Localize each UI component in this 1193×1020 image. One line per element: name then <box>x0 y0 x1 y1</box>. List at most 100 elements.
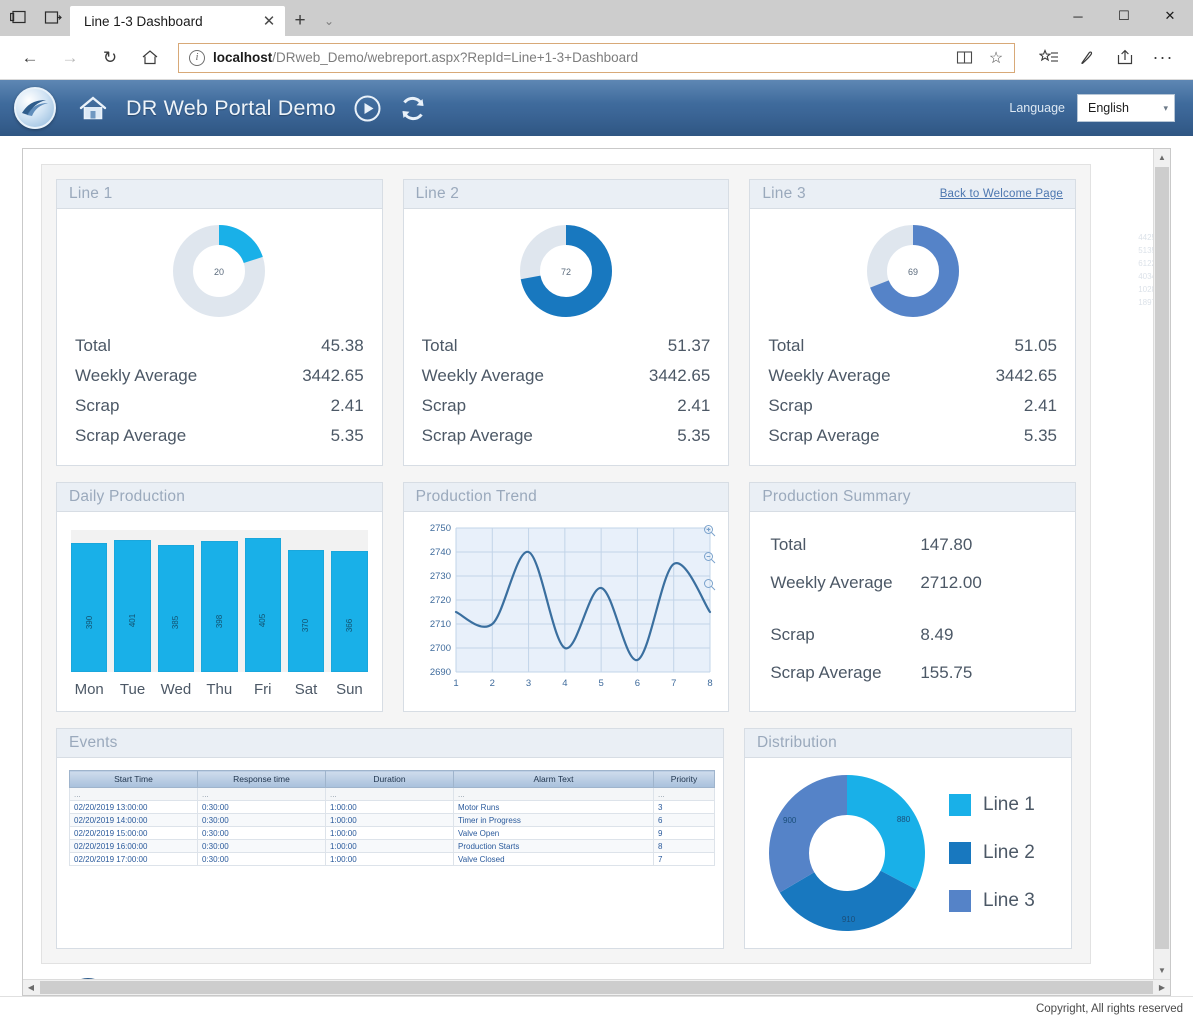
bar-value-label: 366 <box>345 619 354 632</box>
events-column-header[interactable]: Alarm Text <box>454 771 654 788</box>
y-axis-tick-label: 2710 <box>430 619 451 630</box>
panel-header: Daily Production <box>57 483 382 512</box>
pie-slice[interactable] <box>769 775 847 893</box>
events-column-header[interactable]: Duration <box>326 771 454 788</box>
table-cell: 0:30:00 <box>198 827 326 840</box>
bar[interactable]: 405 <box>245 538 281 672</box>
table-cell: 1:00:00 <box>326 853 454 866</box>
table-row[interactable]: 02/20/2019 14:00:000:30:001:00:00Timer i… <box>70 814 715 827</box>
more-options-icon[interactable]: ··· <box>1145 42 1181 74</box>
app-title: DR Web Portal Demo <box>126 96 336 121</box>
y-axis-tick-label: 2740 <box>430 547 451 558</box>
events-column-header[interactable]: Response time <box>198 771 326 788</box>
zoom-in-icon[interactable] <box>703 524 716 537</box>
kpi-label: Scrap Average <box>422 426 678 446</box>
language-dropdown[interactable]: English ▾ <box>1077 94 1175 122</box>
panel-title: Production Trend <box>416 488 537 506</box>
share-icon[interactable] <box>1107 42 1143 74</box>
kpi-row: Weekly Average3442.65 <box>75 361 364 391</box>
address-bar[interactable]: i localhost/DRweb_Demo/webreport.aspx?Re… <box>178 43 1015 73</box>
events-column-header[interactable]: Start Time <box>70 771 198 788</box>
report-vertical-scrollbar[interactable]: ▲ ▼ <box>1153 149 1170 979</box>
close-window-button[interactable]: ✕ <box>1147 0 1193 32</box>
table-cell: 1:00:00 <box>326 814 454 827</box>
url-text: localhost/DRweb_Demo/webreport.aspx?RepI… <box>213 50 944 65</box>
kpi-value: 5.35 <box>1024 426 1057 446</box>
minimize-button[interactable]: ─ <box>1055 0 1101 32</box>
events-column-header[interactable]: Priority <box>654 771 715 788</box>
x-axis-tick-label: 1 <box>453 678 458 689</box>
site-info-icon[interactable]: i <box>189 50 205 66</box>
events-filter-row[interactable]: ............... <box>70 788 715 801</box>
bar[interactable]: 398 <box>201 541 237 672</box>
table-row[interactable]: 02/20/2019 16:00:000:30:001:00:00Product… <box>70 840 715 853</box>
back-to-welcome-page-link[interactable]: Back to Welcome Page <box>940 188 1063 200</box>
zoom-reset-icon[interactable] <box>703 578 716 591</box>
forward-icon[interactable]: → <box>52 42 88 74</box>
favorite-star-icon[interactable]: ☆ <box>984 46 1008 70</box>
gauge-value: 72 <box>561 267 571 277</box>
bar[interactable]: 366 <box>331 551 367 672</box>
reading-view-icon[interactable] <box>952 46 976 70</box>
table-row[interactable]: 02/20/2019 13:00:000:30:001:00:00Motor R… <box>70 801 715 814</box>
panel-body: Start TimeResponse timeDurationAlarm Tex… <box>57 758 723 948</box>
bar[interactable]: 385 <box>158 545 194 672</box>
events-filter-cell[interactable]: ... <box>326 788 454 801</box>
browser-tab[interactable]: Line 1-3 Dashboard ✕ <box>70 6 285 36</box>
kpi-label: Weekly Average <box>422 366 649 386</box>
panel-line-1: Line 1 20 <box>56 179 383 466</box>
close-tab-icon[interactable]: ✕ <box>259 11 279 31</box>
events-filter-cell[interactable]: ... <box>654 788 715 801</box>
play-icon[interactable] <box>354 95 381 122</box>
gauge-line-3: 69 <box>768 217 1057 319</box>
bar-column: 390 <box>71 530 107 672</box>
copyright-text: Copyright, All rights reserved <box>1036 1003 1183 1015</box>
kpi-value: 5.35 <box>331 426 364 446</box>
set-aside-tabs-icon[interactable] <box>42 7 64 29</box>
zoom-out-icon[interactable] <box>703 551 716 564</box>
events-filter-cell[interactable]: ... <box>198 788 326 801</box>
report-horizontal-scrollbar[interactable]: ◀ ▶ <box>23 979 1170 995</box>
chevron-down-icon[interactable]: ⌄ <box>315 6 343 36</box>
bar[interactable]: 390 <box>71 543 107 672</box>
scroll-thumb[interactable] <box>40 981 1153 994</box>
scroll-right-arrow-icon[interactable]: ▶ <box>1154 983 1170 992</box>
table-cell: 0:30:00 <box>198 840 326 853</box>
x-axis-tick-label: 6 <box>634 678 639 689</box>
maximize-button[interactable]: ☐ <box>1101 0 1147 32</box>
events-filter-cell[interactable]: ... <box>70 788 198 801</box>
table-cell: 02/20/2019 14:00:00 <box>70 814 198 827</box>
web-notes-icon[interactable] <box>1069 42 1105 74</box>
table-row[interactable]: 02/20/2019 17:00:000:30:001:00:00Valve C… <box>70 853 715 866</box>
summary-label: Total <box>770 535 920 555</box>
pie-slice[interactable] <box>847 775 925 889</box>
panel-title: Daily Production <box>69 488 185 506</box>
events-filter-cell[interactable]: ... <box>454 788 654 801</box>
back-icon[interactable]: ← <box>12 42 48 74</box>
hub-favorites-icon[interactable] <box>1031 42 1067 74</box>
bar[interactable]: 401 <box>114 540 150 672</box>
bar[interactable]: 370 <box>288 550 324 672</box>
panel-header: Production Trend <box>404 483 729 512</box>
table-cell: 1:00:00 <box>326 827 454 840</box>
table-row[interactable]: 02/20/2019 15:00:000:30:001:00:00Valve O… <box>70 827 715 840</box>
home-icon[interactable] <box>78 95 108 122</box>
refresh-icon[interactable] <box>399 95 427 122</box>
scroll-left-arrow-icon[interactable]: ◀ <box>23 983 39 992</box>
panel-title: Events <box>69 734 118 752</box>
refresh-icon[interactable]: ↻ <box>92 42 128 74</box>
kpi-label: Scrap <box>768 396 1024 416</box>
table-cell: 6 <box>654 814 715 827</box>
scroll-thumb[interactable] <box>1155 167 1169 949</box>
new-tab-button[interactable]: + <box>285 6 315 36</box>
panel-body: 20 Total45.38 Weekly Average3442.65 Scra… <box>57 209 382 465</box>
legend-label: Line 3 <box>983 890 1035 912</box>
table-cell: 02/20/2019 17:00:00 <box>70 853 198 866</box>
scroll-down-arrow-icon[interactable]: ▼ <box>1154 962 1170 979</box>
home-icon[interactable] <box>132 42 168 74</box>
kpi-row: Scrap Average5.35 <box>75 421 364 451</box>
x-axis-tick-label: 7 <box>671 678 676 689</box>
scroll-up-arrow-icon[interactable]: ▲ <box>1154 149 1170 166</box>
x-axis-tick-label: 8 <box>707 678 712 689</box>
task-view-icon[interactable] <box>8 7 30 29</box>
